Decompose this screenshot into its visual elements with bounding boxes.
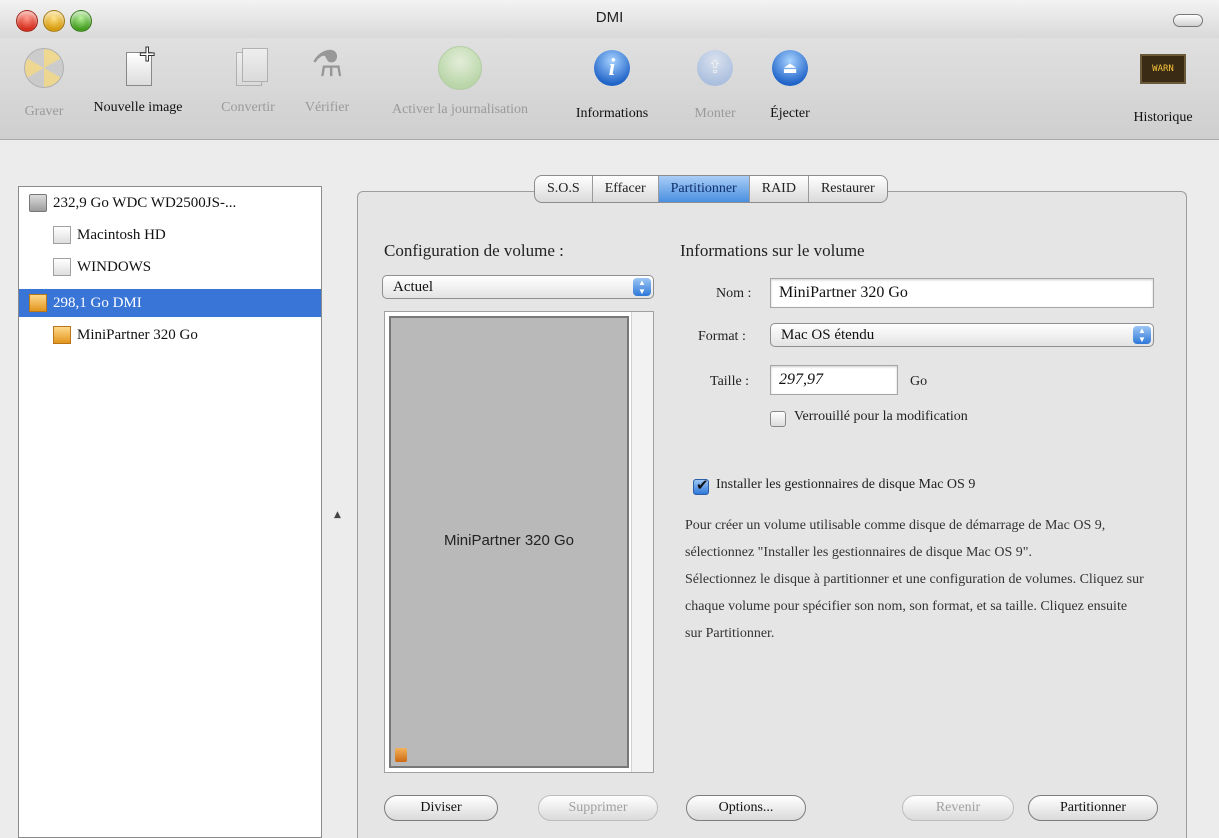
disk-list[interactable]: 232,9 Go WDC WD2500JS-... Macintosh HD W… <box>18 186 322 838</box>
log-button[interactable]: WARN 9:41 Historique <box>1118 44 1208 126</box>
toolbar: Graver + Nouvelle image Convertir ⚗ Véri… <box>0 38 1219 140</box>
tab-erase[interactable]: Effacer <box>593 176 659 202</box>
lock-icon <box>395 748 407 762</box>
volume-item-minipartner[interactable]: MiniPartner 320 Go <box>19 321 321 349</box>
eject-label: Éjecter <box>770 106 810 121</box>
options-button[interactable]: Options... <box>686 795 806 821</box>
splitter-handle[interactable]: ▲ <box>334 510 341 520</box>
partition-name: MiniPartner 320 Go <box>443 532 575 549</box>
disk-utility-window: DMI Graver + Nouvelle image Convertir ⚗ … <box>0 0 1219 838</box>
tab-bar: S.O.S Effacer Partitionner RAID Restaure… <box>534 175 888 203</box>
convert-button[interactable]: Convertir <box>206 44 290 116</box>
locked-label: Verrouillé pour la modification <box>794 409 968 424</box>
eject-icon: ⏏ <box>772 50 808 86</box>
install-drivers-label: Installer les gestionnaires de disque Ma… <box>716 477 976 492</box>
volume-config-label: Configuration de volume : <box>384 241 564 260</box>
disk-item-wdc[interactable]: 232,9 Go WDC WD2500JS-... <box>19 189 321 217</box>
volume-map-scrollbar[interactable] <box>631 312 653 772</box>
tab-restore[interactable]: Restaurer <box>809 176 887 202</box>
disk-image-icon <box>29 294 47 312</box>
popup-arrows-icon: ▲ ▼ <box>1133 326 1151 344</box>
log-icon: WARN 9:41 <box>1140 54 1186 84</box>
burn-button[interactable]: Graver <box>14 44 74 120</box>
verify-label: Vérifier <box>304 100 350 115</box>
mount-icon: ⇪ <box>697 50 733 86</box>
revert-button[interactable]: Revenir <box>902 795 1014 821</box>
new-image-icon: + <box>114 42 162 92</box>
size-unit: Go <box>910 374 928 389</box>
volume-config-value: Actuel <box>393 279 433 295</box>
partition-block[interactable]: MiniPartner 320 Go <box>389 316 629 768</box>
volume-item-label: MiniPartner 320 Go <box>77 326 198 343</box>
toolbar-toggle-button[interactable] <box>1173 14 1203 27</box>
disk-image-icon <box>53 326 71 344</box>
volume-map: MiniPartner 320 Go <box>384 311 654 773</box>
disk-item-label: 298,1 Go DMI <box>53 294 142 311</box>
convert-icon <box>224 44 272 92</box>
info-button[interactable]: i Informations <box>560 44 664 122</box>
mount-button[interactable]: ⇪ Monter <box>680 44 750 122</box>
window-title: DMI <box>595 9 624 26</box>
tab-first-aid[interactable]: S.O.S <box>535 176 593 202</box>
volume-item-macintosh-hd[interactable]: Macintosh HD <box>19 221 321 249</box>
volume-icon <box>53 226 71 244</box>
help-paragraph: Pour créer un volume utilisable comme di… <box>685 518 1106 560</box>
size-label: Taille : <box>710 374 750 389</box>
new-image-label: Nouvelle image <box>93 100 183 115</box>
delete-button[interactable]: Supprimer <box>538 795 658 821</box>
burn-icon <box>24 48 64 88</box>
format-value: Mac OS étendu <box>781 327 875 343</box>
size-field[interactable]: 297,97 <box>770 365 898 395</box>
title-bar: DMI <box>0 0 1219 38</box>
microscope-icon: ⚗ <box>311 44 344 85</box>
volume-config-popup[interactable]: Actuel ▲ ▼ <box>382 275 654 299</box>
mount-label: Monter <box>694 106 736 121</box>
format-popup[interactable]: Mac OS étendu ▲ ▼ <box>770 323 1154 347</box>
volume-item-windows[interactable]: WINDOWS <box>19 253 321 281</box>
locked-checkbox[interactable] <box>770 411 786 427</box>
volume-icon <box>53 258 71 276</box>
info-label: Informations <box>575 106 649 121</box>
help-paragraph: Sélectionnez le disque à partitionner et… <box>685 572 1144 641</box>
new-image-button[interactable]: + Nouvelle image <box>80 42 196 116</box>
disk-item-label: 232,9 Go WDC WD2500JS-... <box>53 194 237 211</box>
eject-button[interactable]: ⏏ Éjecter <box>758 44 822 122</box>
log-label: Historique <box>1133 110 1193 125</box>
enable-journaling-button[interactable]: Activer la journalisation <box>368 44 552 118</box>
volume-item-label: WINDOWS <box>77 258 152 275</box>
enable-journaling-label: Activer la journalisation <box>391 102 529 117</box>
help-text: Pour créer un volume utilisable comme di… <box>685 512 1145 647</box>
popup-arrows-icon: ▲ ▼ <box>633 278 651 296</box>
volume-item-label: Macintosh HD <box>77 226 166 243</box>
disk-item-dmi[interactable]: 298,1 Go DMI <box>19 289 321 317</box>
burn-label: Graver <box>24 104 64 119</box>
journaling-icon <box>438 46 482 90</box>
volume-info-heading: Informations sur le volume <box>680 241 865 260</box>
verify-button[interactable]: ⚗ Vérifier <box>292 44 362 116</box>
hard-disk-icon <box>29 194 47 212</box>
info-icon: i <box>594 50 630 86</box>
install-drivers-checkbox[interactable]: ✔ <box>693 476 709 495</box>
tab-raid[interactable]: RAID <box>750 176 809 202</box>
tab-partition[interactable]: Partitionner <box>658 176 750 202</box>
convert-label: Convertir <box>221 100 275 115</box>
name-label: Nom : <box>716 286 752 301</box>
split-button[interactable]: Diviser <box>384 795 498 821</box>
partition-button[interactable]: Partitionner <box>1028 795 1158 821</box>
format-label: Format : <box>698 329 746 344</box>
checkmark-icon: ✔ <box>696 476 709 494</box>
volume-name-field[interactable]: MiniPartner 320 Go <box>770 278 1154 308</box>
